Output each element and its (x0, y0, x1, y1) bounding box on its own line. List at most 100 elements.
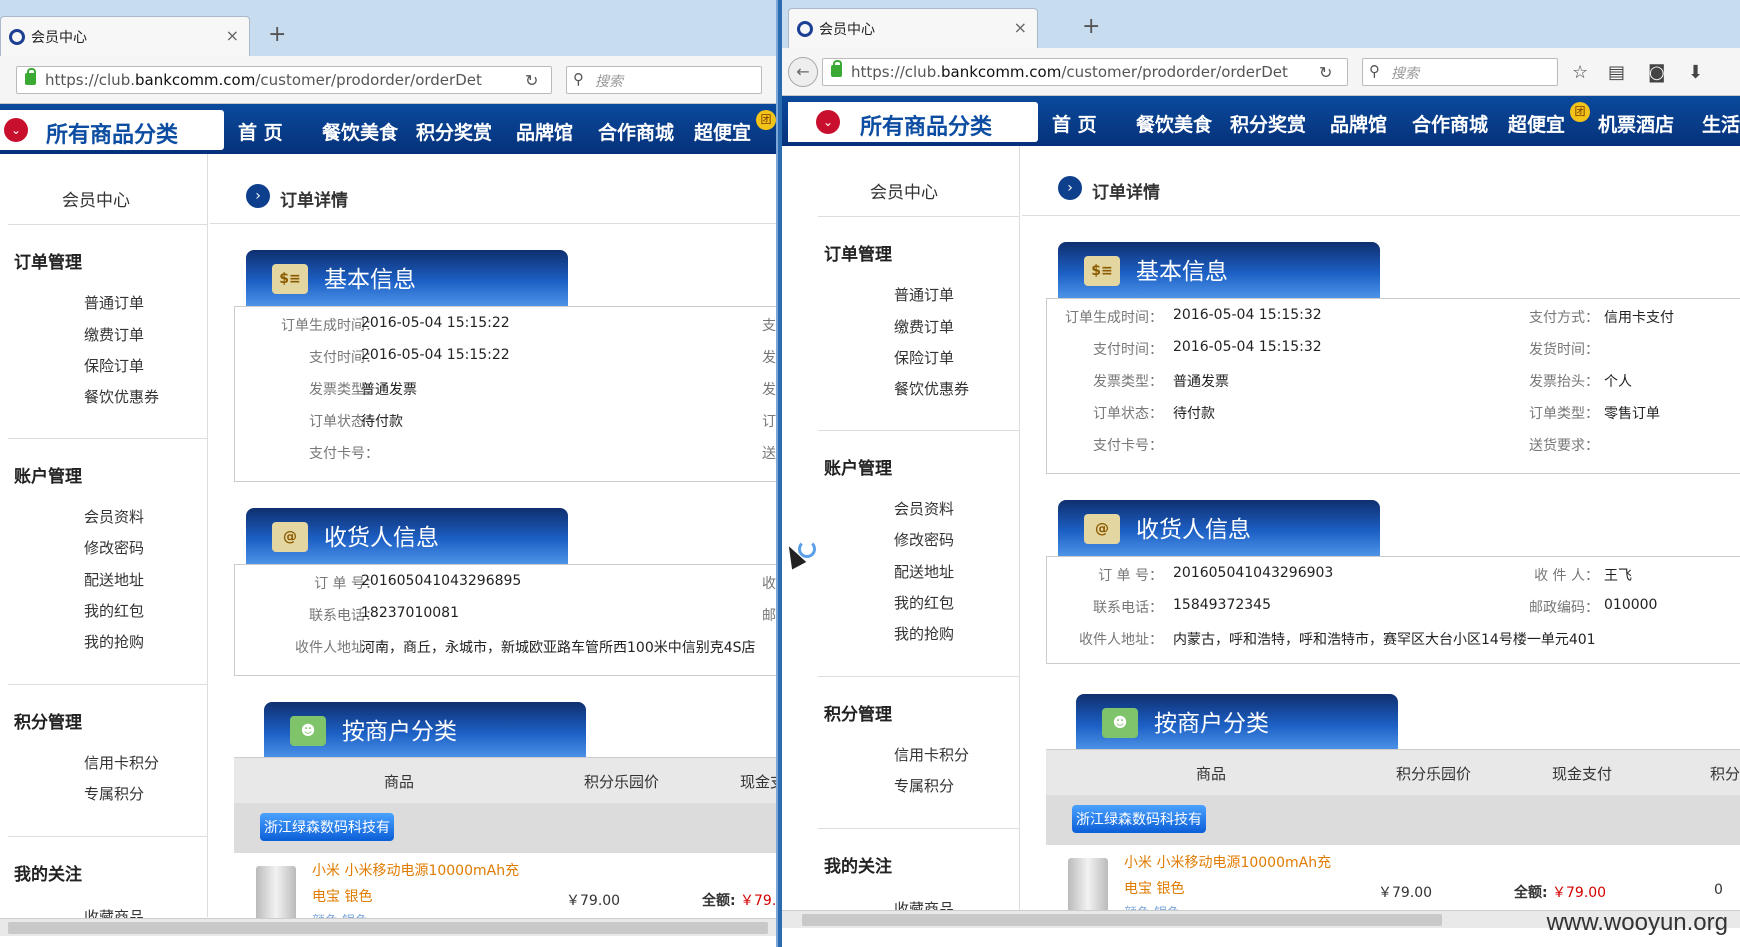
bookmark-star-icon[interactable]: ☆ (1572, 62, 1588, 83)
sidebar-title: 会员中心 (870, 183, 938, 203)
sidebar-item-payment-orders[interactable]: 缴费订单 (84, 324, 144, 345)
sidebar-item-flash-sales[interactable]: 我的抢购 (894, 623, 954, 644)
tab-title: 会员中心 (31, 30, 87, 46)
sidebar-item-address[interactable]: 配送地址 (84, 569, 144, 590)
sidebar-item-dining-coupons[interactable]: 餐饮优惠券 (84, 386, 159, 407)
receiver-info-header: @ 收货人信息 (1058, 500, 1380, 556)
new-tab-icon[interactable]: + (1082, 14, 1100, 39)
scroll-thumb[interactable] (802, 914, 1442, 926)
column-header-price: 积分乐园价 (1396, 765, 1472, 783)
sidebar-item-insurance-orders[interactable]: 保险订单 (84, 355, 144, 376)
field-value: 信用卡支付 (1604, 310, 1674, 326)
horizontal-scrollbar[interactable] (0, 918, 776, 936)
scroll-thumb[interactable] (8, 922, 768, 934)
url-bar[interactable]: https://club.bankcomm.com/customer/prodo… (16, 66, 552, 94)
field-value: 2016-05-04 15:15:22 (361, 315, 510, 331)
divider (818, 216, 1019, 217)
all-categories-button[interactable]: ⌄ 所有商品分类 (788, 102, 1038, 142)
nav-bargains[interactable]: 超便宜 (1508, 110, 1565, 137)
close-tab-icon[interactable]: × (226, 26, 239, 45)
field-label: 订单类型： (1529, 406, 1599, 422)
sidebar-section-account: 账户管理 (824, 459, 892, 479)
download-icon[interactable]: ⬇ (1688, 62, 1703, 83)
field-value: 王飞 (1604, 568, 1632, 584)
nav-partner-mall[interactable]: 合作商城 (1412, 110, 1488, 137)
site-nav: ⌄ 所有商品分类 首 页 餐饮美食 积分奖赏 品牌馆 合作商城 超便宜 团 机票… (782, 96, 1740, 146)
product-name[interactable]: 小米 小米移动电源10000mAh充 (1124, 852, 1331, 875)
store-tag[interactable]: 浙江绿森数码科技有 (260, 813, 394, 841)
sidebar-item-card-points[interactable]: 信用卡积分 (84, 752, 159, 773)
product-name[interactable]: 小米 小米移动电源10000mAh充 (312, 860, 519, 883)
browser-tab[interactable]: 会员中心 × (0, 16, 250, 56)
watermark: www.wooyun.org (1546, 909, 1728, 936)
browser-tab[interactable]: 会员中心 × (788, 8, 1038, 48)
bankcomm-icon (9, 29, 25, 45)
product-image[interactable] (256, 866, 296, 926)
nav-dining[interactable]: 餐饮美食 (1136, 110, 1212, 137)
sidebar-item-normal-orders[interactable]: 普通订单 (894, 284, 954, 305)
field-label: 邮政编码： (1529, 600, 1599, 616)
users-icon: ☻ (1102, 708, 1138, 738)
bankcomm-icon (797, 21, 813, 37)
field-label: 收 (762, 576, 776, 592)
reload-icon[interactable]: ↻ (525, 71, 538, 90)
sidebar-item-password[interactable]: 修改密码 (894, 529, 954, 550)
nav-toolbar: ← https://club.bankcomm.com/customer/pro… (782, 48, 1740, 96)
sidebar-section-points: 积分管理 (14, 713, 82, 733)
sidebar-item-exclusive-points[interactable]: 专属积分 (84, 783, 144, 804)
sidebar-item-exclusive-points[interactable]: 专属积分 (894, 775, 954, 796)
field-label: 订 (762, 414, 776, 430)
close-tab-icon[interactable]: × (1014, 18, 1027, 37)
section-title: 基本信息 (324, 267, 416, 293)
section-title: 收货人信息 (1136, 517, 1251, 543)
nav-home[interactable]: 首 页 (1052, 110, 1097, 137)
back-icon[interactable]: ← (788, 57, 818, 87)
sidebar-item-red-packets[interactable]: 我的红包 (84, 600, 144, 621)
left-browser-window: 会员中心 × + https://club.bankcomm.com/custo… (0, 0, 776, 947)
divider (210, 223, 776, 224)
nav-points-rewards[interactable]: 积分奖赏 (1230, 110, 1306, 137)
product-name-cont[interactable]: 电宝 银色 (312, 886, 372, 909)
reading-list-icon[interactable]: ▤ (1608, 62, 1625, 83)
product-name-cont[interactable]: 电宝 银色 (1124, 878, 1184, 901)
nav-home[interactable]: 首 页 (238, 118, 283, 145)
search-bar[interactable]: ⚲ 搜索 (566, 66, 762, 94)
nav-points-rewards[interactable]: 积分奖赏 (416, 118, 492, 145)
nav-life-services[interactable]: 生活服 (1702, 110, 1740, 137)
sidebar-item-password[interactable]: 修改密码 (84, 537, 144, 558)
product-image[interactable] (1068, 858, 1108, 918)
field-label: 订单状态： (1093, 406, 1163, 422)
nav-partner-mall[interactable]: 合作商城 (598, 118, 674, 145)
search-placeholder: 搜索 (595, 74, 623, 90)
column-header-price: 积分乐园价 (584, 773, 660, 791)
nav-bargains[interactable]: 超便宜 (694, 118, 751, 145)
search-bar[interactable]: ⚲ 搜索 (1362, 58, 1558, 86)
field-value: 2016-05-04 15:15:32 (1173, 339, 1322, 355)
store-tag[interactable]: 浙江绿森数码科技有 (1072, 805, 1206, 833)
sidebar-item-insurance-orders[interactable]: 保险订单 (894, 347, 954, 368)
new-tab-icon[interactable]: + (268, 22, 286, 47)
all-categories-button[interactable]: ⌄ 所有商品分类 (0, 110, 224, 150)
sidebar-item-dining-coupons[interactable]: 餐饮优惠券 (894, 378, 969, 399)
sidebar-item-profile[interactable]: 会员资料 (84, 506, 144, 527)
sidebar-item-normal-orders[interactable]: 普通订单 (84, 292, 144, 313)
nav-dining[interactable]: 餐饮美食 (322, 118, 398, 145)
sidebar-item-payment-orders[interactable]: 缴费订单 (894, 316, 954, 337)
field-label: 联系电话： (1093, 600, 1163, 616)
field-label: 发 (762, 350, 776, 366)
nav-brands[interactable]: 品牌馆 (1330, 110, 1387, 137)
divider (818, 430, 1019, 431)
loading-spinner-icon (798, 540, 816, 558)
url-bar[interactable]: https://club.bankcomm.com/customer/prodo… (822, 58, 1348, 86)
receiver-info-header: @ 收货人信息 (246, 508, 568, 564)
nav-flights-hotels[interactable]: 机票酒店 (1598, 110, 1674, 137)
table-header: 商品 积分乐园价 现金支付 积分 (1046, 749, 1740, 795)
pocket-icon[interactable]: ◙ (1648, 62, 1665, 83)
sidebar-item-address[interactable]: 配送地址 (894, 561, 954, 582)
sidebar-item-flash-sales[interactable]: 我的抢购 (84, 631, 144, 652)
sidebar-item-profile[interactable]: 会员资料 (894, 498, 954, 519)
nav-brands[interactable]: 品牌馆 (516, 118, 573, 145)
sidebar-item-card-points[interactable]: 信用卡积分 (894, 744, 969, 765)
sidebar-item-red-packets[interactable]: 我的红包 (894, 592, 954, 613)
reload-icon[interactable]: ↻ (1319, 63, 1332, 82)
